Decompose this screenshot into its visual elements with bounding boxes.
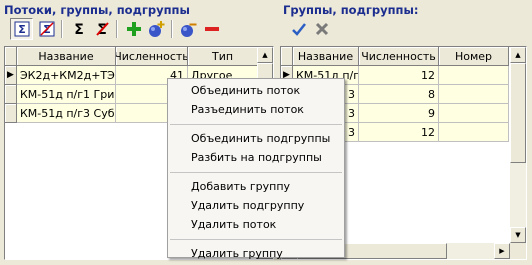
scroll-up-icon[interactable]: ▲	[510, 47, 526, 63]
svg-text:Σ: Σ	[18, 23, 26, 36]
table-cell-name[interactable]: КМ-51д п/г3 Субб	[17, 104, 116, 123]
svg-text:Σ: Σ	[74, 22, 84, 37]
column-header-name[interactable]: Название	[17, 47, 116, 66]
menu-item-add-group[interactable]: Добавить группу	[168, 177, 344, 196]
table-cell-number[interactable]	[439, 85, 509, 104]
table-cell-number[interactable]	[439, 104, 509, 123]
table-cell-count[interactable]: 12	[359, 66, 439, 85]
sum-red-icon[interactable]: Σ	[90, 18, 113, 40]
green-plus-icon[interactable]	[122, 18, 145, 40]
table-cell-name[interactable]: КМ-51д п/г1 Григо	[17, 85, 116, 104]
check-icon[interactable]	[287, 18, 310, 40]
context-menu: Объединить поток Разъединить поток Объед…	[167, 78, 345, 260]
red-minus-icon[interactable]	[200, 18, 223, 40]
sum-icon[interactable]: Σ	[67, 18, 90, 40]
scroll-corner	[510, 243, 526, 259]
right-panel-title: Группы, подгруппы:	[283, 3, 419, 17]
left-toolbar: Σ Σ Σ Σ	[4, 18, 274, 42]
menu-separator	[170, 124, 342, 125]
table-cell-count[interactable]: 8	[359, 85, 439, 104]
scroll-down-icon[interactable]: ▼	[510, 227, 526, 243]
column-header-type[interactable]: Тип	[188, 47, 258, 66]
cross-icon[interactable]	[310, 18, 333, 40]
row-indicator[interactable]	[5, 104, 17, 123]
scroll-right-icon[interactable]: ▶	[494, 243, 510, 259]
menu-item-delete-group[interactable]: Удалить группу	[168, 244, 344, 263]
table-cell-count[interactable]: 9	[359, 104, 439, 123]
vertical-scrollbar[interactable]: ▲ ▼	[510, 47, 526, 243]
header-indicator	[5, 47, 17, 66]
menu-separator	[170, 172, 342, 173]
menu-item-delete-subgroup[interactable]: Удалить подгруппу	[168, 196, 344, 215]
row-indicator[interactable]: ▶	[5, 66, 17, 85]
column-header-number[interactable]: Номер	[439, 47, 509, 66]
table-cell-count[interactable]: 12	[359, 123, 439, 142]
column-header-count[interactable]: Численность	[116, 47, 188, 66]
menu-item-split-stream[interactable]: Разъединить поток	[168, 100, 344, 119]
menu-item-delete-stream[interactable]: Удалить поток	[168, 215, 344, 234]
row-indicator[interactable]	[5, 85, 17, 104]
column-header-name[interactable]: Название	[293, 47, 359, 66]
scroll-up-icon[interactable]: ▲	[257, 47, 273, 63]
table-cell-name[interactable]: ЭК2д+КМ2д+ТЭ2д	[17, 66, 116, 85]
left-panel-title: Потоки, группы, подгруппы	[4, 3, 190, 17]
table-cell-number[interactable]	[439, 123, 509, 142]
right-toolbar	[283, 18, 343, 42]
blue-ball-plus-icon[interactable]	[145, 18, 168, 40]
sum-box-icon[interactable]: Σ	[10, 18, 33, 40]
menu-item-merge-stream[interactable]: Объединить поток	[168, 81, 344, 100]
column-header-count[interactable]: Численность	[359, 47, 439, 66]
header-indicator	[281, 47, 293, 66]
table-cell-number[interactable]	[439, 66, 509, 85]
sum-box-cancel-icon[interactable]: Σ	[35, 18, 58, 40]
scroll-thumb[interactable]	[510, 63, 526, 163]
menu-item-merge-subgroups[interactable]: Объединить подгруппы	[168, 129, 344, 148]
menu-item-split-into-subgroups[interactable]: Разбить на подгруппы	[168, 148, 344, 167]
menu-separator	[170, 239, 342, 240]
blue-ball-minus-icon[interactable]	[177, 18, 200, 40]
